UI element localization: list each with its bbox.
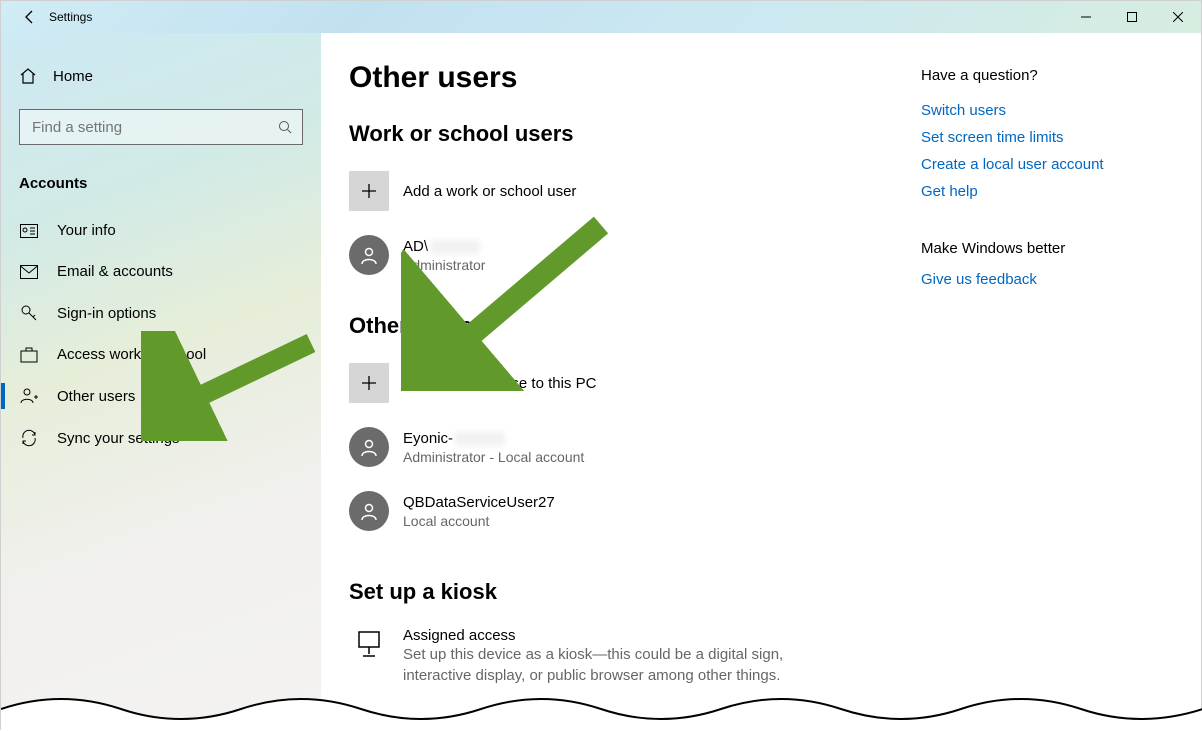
add-other-user-button[interactable]: Add someone else to this PC — [349, 357, 901, 421]
sidebar-item-label: Your info — [57, 222, 116, 239]
kiosk-title: Assigned access — [403, 627, 843, 644]
section-work-users: Work or school users — [349, 121, 901, 147]
add-work-user-label: Add a work or school user — [403, 183, 576, 200]
close-button[interactable] — [1155, 1, 1201, 33]
sidebar-item-email-accounts[interactable]: Email & accounts — [1, 251, 321, 292]
help-link-screen-time[interactable]: Set screen time limits — [921, 129, 1161, 146]
sidebar-item-other-users[interactable]: Other users — [1, 375, 321, 417]
sidebar-item-label: Email & accounts — [57, 263, 173, 280]
other-user-name: QBDataServiceUser27 — [403, 494, 555, 511]
window-title: Settings — [45, 10, 92, 24]
person-card-icon — [19, 224, 39, 238]
key-icon — [19, 304, 39, 322]
sync-icon — [19, 429, 39, 447]
user-avatar-icon — [349, 491, 389, 531]
briefcase-icon — [19, 347, 39, 363]
help-link-switch-users[interactable]: Switch users — [921, 102, 1161, 119]
sidebar-item-signin-options[interactable]: Sign-in options — [1, 292, 321, 334]
other-user-entry[interactable]: QBDataServiceUser27 Local account — [349, 485, 901, 549]
have-question-label: Have a question? — [921, 67, 1161, 84]
make-windows-better-label: Make Windows better — [921, 240, 1161, 257]
page-title: Other users — [349, 61, 901, 95]
assigned-access-button[interactable]: Assigned access Set up this device as a … — [349, 623, 901, 686]
back-button[interactable] — [15, 9, 45, 25]
search-field[interactable] — [19, 109, 303, 145]
help-sidebar: Have a question? Switch users Set screen… — [901, 61, 1161, 729]
kiosk-description: Set up this device as a kiosk—this could… — [403, 644, 843, 686]
search-icon — [278, 120, 292, 134]
plus-icon — [349, 363, 389, 403]
home-label: Home — [53, 68, 93, 85]
main-content: Other users Work or school users Add a w… — [321, 33, 1201, 729]
home-nav[interactable]: Home — [1, 57, 321, 95]
help-link-get-help[interactable]: Get help — [921, 183, 1161, 200]
work-user-name: AD\ — [403, 238, 485, 255]
redacted-text — [430, 240, 480, 254]
work-user-entry[interactable]: AD\ Administrator — [349, 229, 901, 293]
sidebar-item-access-work-school[interactable]: Access work or school — [1, 334, 321, 375]
sidebar-item-your-info[interactable]: Your info — [1, 210, 321, 251]
feedback-link[interactable]: Give us feedback — [921, 271, 1161, 288]
category-label: Accounts — [1, 165, 321, 210]
user-avatar-icon — [349, 427, 389, 467]
add-other-user-label: Add someone else to this PC — [403, 375, 596, 392]
minimize-button[interactable] — [1063, 1, 1109, 33]
add-work-user-button[interactable]: Add a work or school user — [349, 165, 901, 229]
sidebar-item-label: Sync your settings — [57, 430, 180, 447]
mail-icon — [19, 265, 39, 279]
plus-icon — [349, 171, 389, 211]
work-user-role: Administrator — [403, 257, 485, 273]
titlebar: Settings — [1, 1, 1201, 33]
section-kiosk: Set up a kiosk — [349, 579, 901, 605]
other-user-role: Administrator - Local account — [403, 449, 584, 465]
other-user-role: Local account — [403, 513, 555, 529]
person-plus-icon — [19, 387, 39, 405]
user-avatar-icon — [349, 235, 389, 275]
sidebar-item-label: Other users — [57, 388, 135, 405]
sidebar-item-sync-settings[interactable]: Sync your settings — [1, 417, 321, 459]
section-other-users: Other users — [349, 313, 901, 339]
sidebar: Home Accounts Your info Email & accounts — [1, 33, 321, 729]
sidebar-item-label: Sign-in options — [57, 305, 156, 322]
other-user-entry[interactable]: Eyonic- Administrator - Local account — [349, 421, 901, 485]
home-icon — [19, 67, 37, 85]
kiosk-icon — [349, 627, 389, 659]
help-link-create-local-account[interactable]: Create a local user account — [921, 156, 1161, 173]
other-user-name: Eyonic- — [403, 430, 584, 447]
sidebar-item-label: Access work or school — [57, 346, 206, 363]
window-controls — [1063, 1, 1201, 33]
search-input[interactable] — [30, 118, 278, 137]
redacted-text — [455, 432, 505, 446]
maximize-button[interactable] — [1109, 1, 1155, 33]
